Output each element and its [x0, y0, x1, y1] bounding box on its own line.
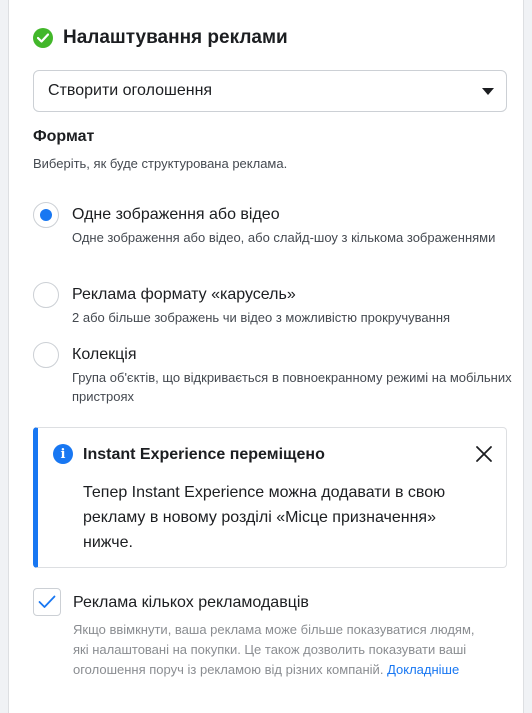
format-option-single[interactable]: Одне зображення або відео Одне зображенн…: [33, 202, 512, 247]
radio-dot: [40, 209, 52, 221]
learn-more-link[interactable]: Докладніше: [387, 662, 459, 677]
checkmark-icon: [38, 595, 56, 608]
option-description: 2 або більше зображень чи відео з можлив…: [72, 310, 451, 325]
option-description: Одне зображення або відео, або слайд-шоу…: [72, 230, 496, 245]
radio-button[interactable]: [33, 202, 59, 228]
format-option-carousel[interactable]: Реклама формату «карусель» 2 або більше …: [33, 282, 512, 327]
dropdown-value: Створити оголошення: [48, 82, 213, 99]
close-icon[interactable]: [474, 444, 494, 464]
option-label: Одне зображення або відео: [72, 206, 280, 223]
option-label: Реклама формату «карусель»: [72, 286, 296, 303]
notice-body: Тепер Instant Experience можна додавати …: [83, 484, 446, 551]
radio-button[interactable]: [33, 342, 59, 368]
multi-advertiser-label: Реклама кількох рекламодавців: [73, 594, 309, 611]
option-description: Група об'єктів, що відкривається в повно…: [72, 370, 512, 404]
multi-advertiser-option[interactable]: Реклама кількох рекламодавців Якщо ввімк…: [33, 588, 483, 680]
format-title: Формат: [33, 128, 95, 145]
format-subtitle: Виберіть, як буде структурована реклама.: [33, 156, 288, 171]
caret-down-icon: [482, 87, 494, 95]
notice-title: Instant Experience переміщено: [83, 446, 325, 463]
radio-button[interactable]: [33, 282, 59, 308]
creation-mode-dropdown[interactable]: Створити оголошення: [33, 70, 507, 112]
check-circle-icon: [33, 28, 53, 48]
section-header: Налаштування реклами: [33, 27, 288, 49]
info-icon: i: [53, 444, 73, 464]
section-title: Налаштування реклами: [63, 27, 288, 48]
option-label: Колекція: [72, 346, 137, 363]
multi-advertiser-checkbox[interactable]: [33, 588, 61, 616]
instant-experience-notice: i Instant Experience переміщено Тепер In…: [33, 427, 507, 568]
multi-advertiser-description: Якщо ввімкнути, ваша реклама може більше…: [73, 620, 483, 680]
format-option-collection[interactable]: Колекція Група об'єктів, що відкриваєтьс…: [33, 342, 512, 406]
ad-settings-card: Налаштування реклами Створити оголошення…: [8, 0, 524, 713]
